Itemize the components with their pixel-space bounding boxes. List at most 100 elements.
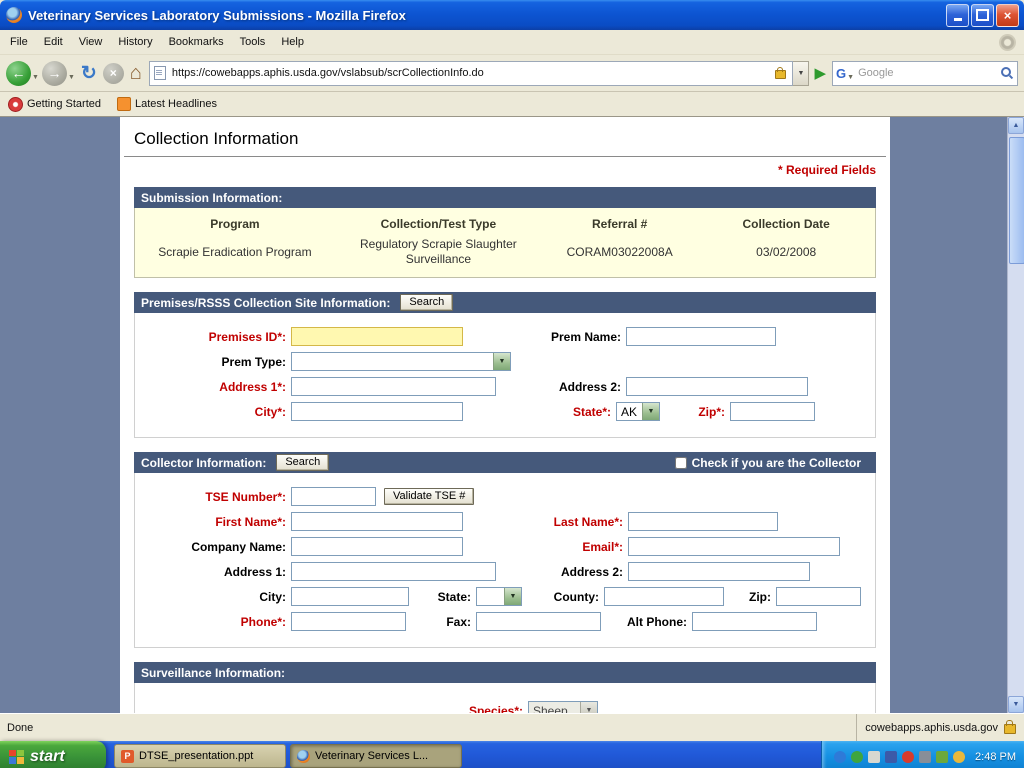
tray-volume-icon[interactable] (919, 751, 931, 763)
menu-bookmarks[interactable]: Bookmarks (161, 32, 232, 52)
collector-zip-label: Zip: (724, 590, 776, 604)
tray-update-icon[interactable] (851, 751, 863, 763)
county-input[interactable] (604, 587, 724, 606)
collector-zip-input[interactable] (776, 587, 861, 606)
lock-icon (1004, 724, 1016, 734)
collector-search-button[interactable]: Search (276, 454, 329, 471)
address-bar[interactable] (149, 61, 794, 86)
prem-name-label: Prem Name: (463, 330, 626, 344)
taskbar: start P DTSE_presentation.ppt Veterinary… (0, 741, 1024, 768)
chevron-down-icon: ▼ (493, 353, 510, 370)
system-tray: 2:48 PM (821, 741, 1024, 768)
tray-network-icon[interactable] (885, 751, 897, 763)
collector-address1-input[interactable] (291, 562, 496, 581)
species-select[interactable]: Sheep ▼ (528, 701, 598, 713)
email-label: Email*: (463, 540, 628, 554)
email-input[interactable] (628, 537, 840, 556)
collector-header-label: Collector Information: (141, 456, 266, 470)
search-engine-dropdown-icon[interactable]: ▼ (847, 74, 854, 81)
forward-history-dropdown-icon[interactable]: ▼ (68, 74, 75, 81)
premises-state-select[interactable]: AK ▼ (616, 402, 660, 421)
tray-display-icon[interactable] (868, 751, 880, 763)
home-button[interactable]: ⌂ (130, 62, 142, 85)
menu-file[interactable]: File (2, 32, 36, 52)
url-input[interactable] (170, 66, 774, 80)
window-title: Veterinary Services Laboratory Submissio… (28, 8, 944, 23)
menu-history[interactable]: History (110, 32, 160, 52)
collector-address1-label: Address 1: (139, 565, 291, 579)
prem-type-select[interactable]: ▼ (291, 352, 511, 371)
fax-label: Fax: (406, 615, 476, 629)
premises-address2-input[interactable] (626, 377, 808, 396)
tray-antivirus-icon[interactable] (902, 751, 914, 763)
menu-edit[interactable]: Edit (36, 32, 71, 52)
premises-search-button[interactable]: Search (400, 294, 453, 311)
bookmark-latest-headlines[interactable]: Latest Headlines (117, 97, 217, 111)
stop-button[interactable]: × (103, 63, 124, 84)
menu-bar: File Edit View History Bookmarks Tools H… (0, 30, 1024, 55)
powerpoint-icon: P (121, 750, 134, 763)
phone-input[interactable] (291, 612, 406, 631)
species-label: Species*: (139, 704, 528, 714)
status-text: Done (0, 722, 856, 734)
bookmark-getting-started[interactable]: Getting Started (8, 97, 101, 112)
premises-zip-input[interactable] (730, 402, 815, 421)
restore-icon (976, 9, 989, 21)
fax-input[interactable] (476, 612, 601, 631)
tray-usb-icon[interactable] (936, 751, 948, 763)
back-button[interactable]: ← (6, 61, 31, 86)
back-history-dropdown-icon[interactable]: ▼ (32, 74, 39, 81)
minimize-button[interactable] (946, 4, 969, 27)
premises-state-value: AK (617, 403, 642, 420)
search-box[interactable]: G ▼ (832, 61, 1018, 86)
prem-name-input[interactable] (626, 327, 776, 346)
validate-tse-button[interactable]: Validate TSE # (384, 488, 474, 505)
taskbar-clock: 2:48 PM (975, 751, 1016, 763)
tray-messenger-icon[interactable] (834, 751, 846, 763)
tse-number-input[interactable] (291, 487, 376, 506)
url-dropdown-button[interactable]: ▼ (793, 61, 809, 86)
premises-state-label: State*: (463, 405, 616, 419)
menu-view[interactable]: View (71, 32, 111, 52)
alt-phone-input[interactable] (692, 612, 817, 631)
vertical-scrollbar[interactable]: ▲ ▼ (1007, 117, 1024, 713)
task-powerpoint[interactable]: P DTSE_presentation.ppt (114, 744, 286, 768)
is-collector-checkbox[interactable] (675, 457, 687, 469)
collector-address2-input[interactable] (628, 562, 810, 581)
scroll-up-button[interactable]: ▲ (1008, 117, 1024, 134)
collector-city-input[interactable] (291, 587, 409, 606)
restore-button[interactable] (971, 4, 994, 27)
forward-button[interactable]: → (42, 61, 67, 86)
status-domain-panel: cowebapps.aphis.usda.gov (856, 714, 1024, 741)
menu-tools[interactable]: Tools (232, 32, 274, 52)
premises-city-input[interactable] (291, 402, 463, 421)
premises-id-input[interactable] (291, 327, 463, 346)
start-button[interactable]: start (0, 741, 106, 768)
first-name-input[interactable] (291, 512, 463, 531)
reload-button[interactable]: ↻ (81, 62, 97, 85)
bookmarks-toolbar: Getting Started Latest Headlines (0, 92, 1024, 117)
menu-help[interactable]: Help (273, 32, 312, 52)
chevron-down-icon: ▼ (580, 702, 597, 713)
premises-address1-input[interactable] (291, 377, 496, 396)
task-label: Veterinary Services L... (315, 750, 428, 762)
company-name-input[interactable] (291, 537, 463, 556)
page-icon (154, 66, 166, 80)
go-button[interactable]: ▶ (814, 64, 826, 82)
task-firefox[interactable]: Veterinary Services L... (290, 744, 462, 768)
bookmark-label: Getting Started (27, 98, 101, 110)
collector-state-label: State: (409, 590, 476, 604)
collector-state-select[interactable]: ▼ (476, 587, 522, 606)
submission-table-data-row: Scrapie Eradication Program Regulatory S… (135, 237, 875, 267)
last-name-input[interactable] (628, 512, 778, 531)
scrollbar-thumb[interactable] (1009, 137, 1024, 264)
tray-shield-icon[interactable] (953, 751, 965, 763)
status-bar: Done cowebapps.aphis.usda.gov (0, 713, 1024, 741)
ssl-lock-icon (775, 70, 786, 79)
search-icon[interactable] (1000, 66, 1014, 80)
close-button[interactable]: × (996, 4, 1019, 27)
submission-section-header: Submission Information: (134, 187, 876, 208)
search-input[interactable] (856, 66, 1000, 80)
prem-type-label: Prem Type: (139, 355, 291, 369)
scroll-down-button[interactable]: ▼ (1008, 696, 1024, 713)
